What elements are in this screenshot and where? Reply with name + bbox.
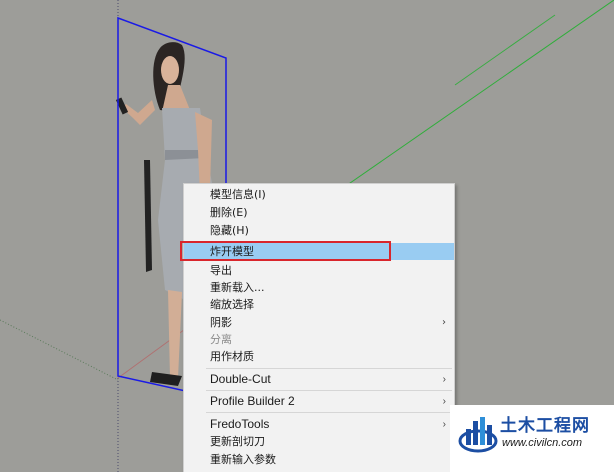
menu-item-zoom-selection[interactable]: 缩放选择	[184, 296, 454, 313]
menu-item-label: 分离	[210, 333, 232, 346]
menu-item-label: 重新载入...	[210, 281, 265, 294]
menu-item-shadows[interactable]: 阴影 ›	[184, 314, 454, 331]
menu-item-update-section-cutter[interactable]: 更新剖切刀	[184, 433, 454, 450]
menu-item-detach: 分离	[184, 331, 454, 348]
menu-separator	[206, 368, 452, 369]
menu-item-delete[interactable]: 删除(E)	[184, 204, 454, 221]
menu-item-label: FredoTools	[210, 417, 270, 431]
menu-separator	[206, 390, 452, 391]
menu-item-fredotools[interactable]: FredoTools ›	[184, 416, 454, 433]
menu-item-label: 删除(E)	[210, 206, 248, 219]
menu-item-double-cut[interactable]: Double-Cut ›	[184, 371, 454, 388]
menu-separator	[206, 412, 452, 413]
menu-item-reenter-parameters[interactable]: 重新输入参数	[184, 451, 454, 468]
menu-item-hide[interactable]: 隐藏(H)	[184, 222, 454, 239]
menu-item-label: 更新剖切刀	[210, 435, 265, 448]
menu-item-label: 缩放选择	[210, 298, 254, 311]
menu-item-label: 隐藏(H)	[210, 224, 249, 237]
watermark: 土木工程网 www.civilcn.com	[450, 405, 614, 472]
watermark-title: 土木工程网	[500, 416, 590, 436]
menu-item-label: 用作材质	[210, 350, 254, 363]
menu-item-reload[interactable]: 重新载入...	[184, 279, 454, 296]
menu-item-label: 导出	[210, 264, 232, 277]
green-axis-dotted	[0, 319, 119, 381]
submenu-arrow-icon: ›	[442, 317, 446, 328]
menu-item-label: Double-Cut	[210, 372, 271, 386]
menu-item-label: Profile Builder 2	[210, 394, 295, 408]
menu-item-label: 阴影	[210, 316, 232, 329]
menu-item-profile-builder[interactable]: Profile Builder 2 ›	[184, 393, 454, 410]
submenu-arrow-icon: ›	[442, 396, 446, 407]
submenu-arrow-icon: ›	[442, 419, 446, 430]
civilcn-logo-icon	[458, 417, 498, 453]
menu-item-label: 模型信息(I)	[210, 188, 266, 201]
menu-item-label: 重新输入参数	[210, 453, 276, 466]
context-menu: 模型信息(I) 删除(E) 隐藏(H) 炸开模型 导出 重新载入... 缩放选择…	[183, 183, 455, 472]
green-axis	[339, 0, 614, 191]
submenu-arrow-icon: ›	[442, 374, 446, 385]
green-axis-segment	[454, 14, 556, 86]
watermark-url: www.civilcn.com	[502, 437, 583, 449]
menu-item-export[interactable]: 导出	[184, 262, 454, 279]
red-annotation-box	[180, 241, 391, 261]
menu-item-model-info[interactable]: 模型信息(I)	[184, 186, 454, 203]
menu-item-use-as-material[interactable]: 用作材质	[184, 348, 454, 365]
